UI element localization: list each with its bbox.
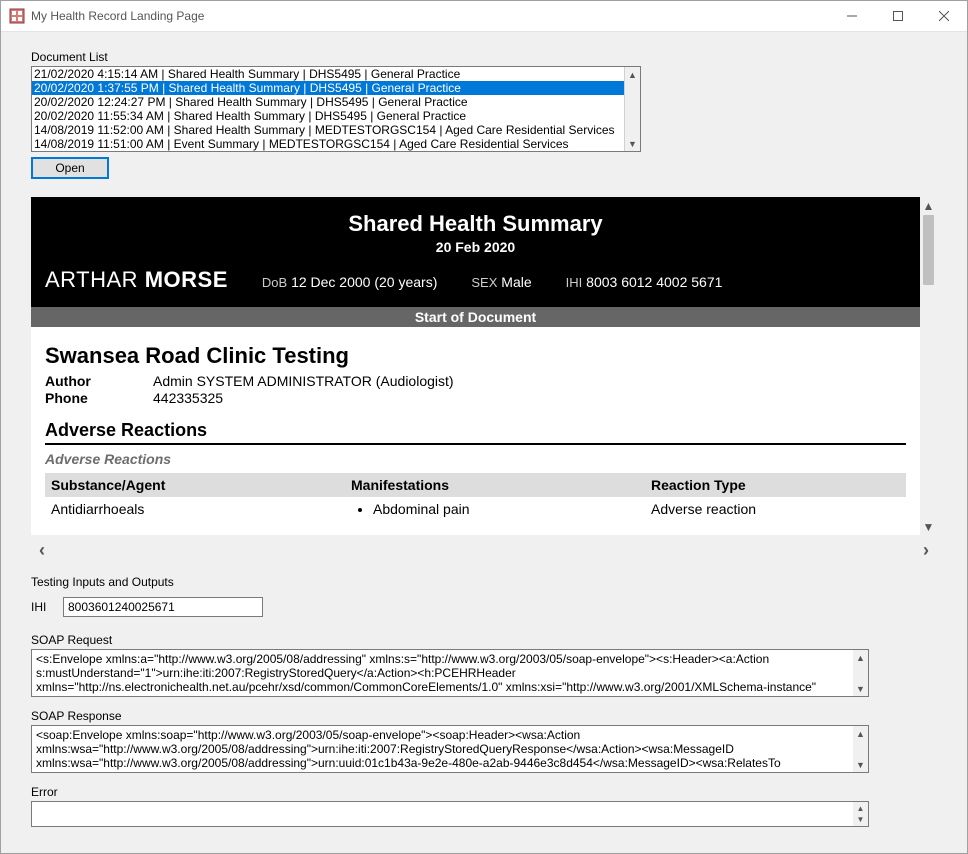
soap-request-scrollbar[interactable]: ▲▼ <box>853 650 868 696</box>
adverse-reactions-table: Substance/Agent Manifestations Reaction … <box>45 473 906 521</box>
patient-dob: DoB 12 Dec 2000 (20 years) <box>262 274 438 290</box>
soap-response-label: SOAP Response <box>31 709 937 723</box>
document-content: Shared Health Summary 20 Feb 2020 ARTHAR… <box>31 197 920 535</box>
patient-name: ARTHAR MORSE <box>45 267 228 293</box>
document-title: Shared Health Summary <box>45 211 906 237</box>
ihi-label: IHI <box>31 600 55 614</box>
scroll-thumb[interactable] <box>923 215 934 285</box>
open-button[interactable]: Open <box>31 157 109 179</box>
soap-request-label: SOAP Request <box>31 633 937 647</box>
phone-value: 442335325 <box>153 390 223 406</box>
patient-row: ARTHAR MORSE DoB 12 Dec 2000 (20 years) … <box>45 267 906 293</box>
author-row: Author Admin SYSTEM ADMINISTRATOR (Audio… <box>45 373 906 389</box>
app-window: My Health Record Landing Page Document L… <box>0 0 968 854</box>
scroll-down-icon[interactable]: ▼ <box>920 518 937 535</box>
soap-response-textarea[interactable]: <soap:Envelope xmlns:soap="http://www.w3… <box>31 725 869 773</box>
document-list-item[interactable]: 20/02/2020 1:37:55 PM | Shared Health Su… <box>32 81 625 95</box>
start-of-document-bar: Start of Document <box>31 307 920 327</box>
document-header: Shared Health Summary 20 Feb 2020 ARTHAR… <box>31 197 920 307</box>
scroll-right-icon[interactable]: › <box>923 540 929 561</box>
scroll-down-icon[interactable]: ▼ <box>625 136 640 151</box>
patient-surname: MORSE <box>145 267 228 292</box>
close-button[interactable] <box>921 1 967 31</box>
client-area: Document List 21/02/2020 4:15:14 AM | Sh… <box>1 32 967 853</box>
adverse-reactions-heading: Adverse Reactions <box>45 420 906 445</box>
titlebar-left: My Health Record Landing Page <box>1 8 204 24</box>
scroll-left-icon[interactable]: ‹ <box>39 540 45 561</box>
viewer-vertical-scrollbar[interactable]: ▲ ▼ <box>920 197 937 535</box>
document-list-item[interactable]: 14/08/2019 11:52:00 AM | Shared Health S… <box>32 123 625 137</box>
patient-sex: SEX Male <box>471 274 531 290</box>
titlebar: My Health Record Landing Page <box>1 1 967 32</box>
ihi-input[interactable] <box>63 597 263 617</box>
clinic-name: Swansea Road Clinic Testing <box>45 343 906 369</box>
error-label: Error <box>31 785 937 799</box>
soap-response-text: <soap:Envelope xmlns:soap="http://www.w3… <box>36 728 781 770</box>
patient-given: ARTHAR <box>45 267 138 292</box>
author-value: Admin SYSTEM ADMINISTRATOR (Audiologist) <box>153 373 454 389</box>
document-list-item[interactable]: 21/02/2020 4:15:14 AM | Shared Health Su… <box>32 67 625 81</box>
col-reaction-type: Reaction Type <box>651 477 900 493</box>
soap-request-textarea[interactable]: <s:Envelope xmlns:a="http://www.w3.org/2… <box>31 649 869 697</box>
table-row: Antidiarrhoeals Abdominal pain Adverse r… <box>45 497 906 521</box>
phone-row: Phone 442335325 <box>45 390 906 406</box>
scroll-track[interactable] <box>51 542 917 559</box>
testing-io-label: Testing Inputs and Outputs <box>31 575 937 589</box>
document-list-item[interactable]: 14/08/2019 11:51:00 AM | Event Summary |… <box>32 137 625 151</box>
document-list-label: Document List <box>31 50 937 64</box>
document-list-item[interactable]: 20/02/2020 12:24:27 PM | Shared Health S… <box>32 95 625 109</box>
scroll-up-icon[interactable]: ▲ <box>920 197 937 214</box>
error-scrollbar[interactable]: ▲▼ <box>853 802 868 826</box>
cell-agent: Antidiarrhoeals <box>51 501 351 517</box>
document-list-item[interactable]: 20/02/2020 11:55:34 AM | Shared Health S… <box>32 109 625 123</box>
cell-manifestation: Abdominal pain <box>351 501 651 517</box>
soap-response-scrollbar[interactable]: ▲▼ <box>853 726 868 772</box>
window-buttons <box>829 1 967 31</box>
window-title: My Health Record Landing Page <box>31 9 204 23</box>
error-textarea[interactable]: ▲▼ <box>31 801 869 827</box>
patient-ihi: IHI 8003 6012 4002 5671 <box>566 274 723 290</box>
col-manifestations: Manifestations <box>351 477 651 493</box>
scroll-up-icon[interactable]: ▲ <box>625 67 640 82</box>
app-icon <box>9 8 25 24</box>
document-viewer: Shared Health Summary 20 Feb 2020 ARTHAR… <box>31 197 937 535</box>
testing-section: Testing Inputs and Outputs IHI SOAP Requ… <box>31 575 937 827</box>
document-body: Swansea Road Clinic Testing Author Admin… <box>31 327 920 533</box>
adverse-reactions-subheading: Adverse Reactions <box>45 451 906 467</box>
viewer-horizontal-scrollbar[interactable]: ‹ › <box>31 542 937 559</box>
soap-request-text: <s:Envelope xmlns:a="http://www.w3.org/2… <box>36 652 816 694</box>
col-substance: Substance/Agent <box>51 477 351 493</box>
minimize-button[interactable] <box>829 1 875 31</box>
document-list-scrollbar[interactable]: ▲ ▼ <box>624 67 640 151</box>
table-header-row: Substance/Agent Manifestations Reaction … <box>45 473 906 497</box>
maximize-button[interactable] <box>875 1 921 31</box>
document-list[interactable]: 21/02/2020 4:15:14 AM | Shared Health Su… <box>31 66 641 152</box>
cell-reaction-type: Adverse reaction <box>651 501 900 517</box>
document-date: 20 Feb 2020 <box>45 239 906 255</box>
